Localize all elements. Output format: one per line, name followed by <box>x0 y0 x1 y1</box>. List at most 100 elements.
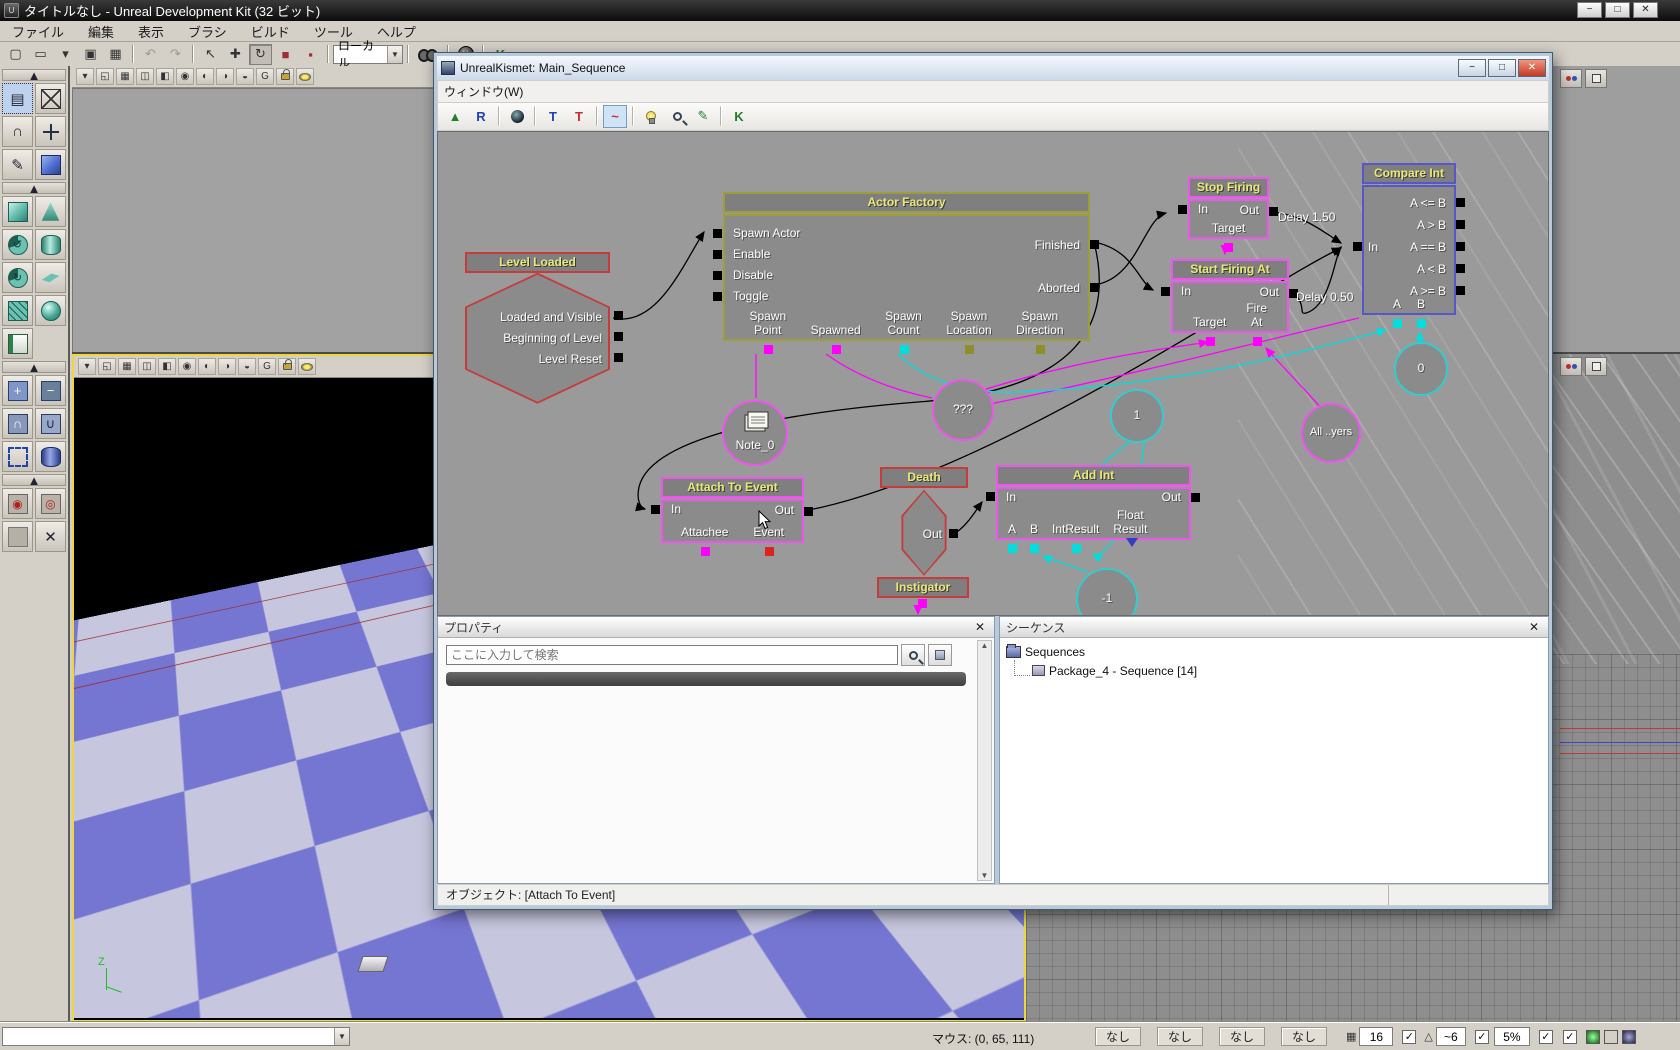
output-pin[interactable] <box>1090 282 1099 292</box>
output-pin[interactable] <box>614 310 623 320</box>
translate-tool-button[interactable]: ✚ <box>224 43 247 65</box>
node-variable[interactable]: IntResult <box>1052 522 1099 553</box>
lighting-only-button[interactable]: ◑ <box>218 358 236 375</box>
viewport-joystick-button[interactable] <box>1560 357 1582 376</box>
camera-speed-slow-button[interactable]: ◉ <box>2 488 33 519</box>
variable-pin[interactable] <box>1252 336 1262 346</box>
output-pin[interactable] <box>1191 492 1200 502</box>
output-pin[interactable] <box>1456 285 1465 295</box>
menu-item[interactable]: ファイル <box>0 22 76 41</box>
scroll-down-icon[interactable]: ▼ <box>981 871 989 880</box>
variable-pin[interactable] <box>831 344 841 354</box>
search-button[interactable] <box>901 644 925 667</box>
viewport-maximize-button[interactable] <box>1585 69 1607 88</box>
menu-item[interactable]: ブラシ <box>176 22 239 41</box>
csg-intersect-button[interactable]: ∩ <box>2 408 33 439</box>
parent-sequence-button[interactable]: ▲ <box>443 105 467 128</box>
unlit-mode-button[interactable]: ◧ <box>156 68 174 85</box>
angle-snap-checkbox[interactable]: ✓ <box>1474 1029 1489 1044</box>
option-checkbox[interactable]: ✓ <box>1538 1029 1553 1044</box>
option-checkbox[interactable]: ✓ <box>1562 1029 1577 1044</box>
brush-wireframe-button[interactable]: ▦ <box>116 68 134 85</box>
output-pin[interactable] <box>1456 219 1465 229</box>
node-death[interactable]: Death Out Instigator <box>877 466 969 608</box>
input-pin[interactable] <box>713 270 722 280</box>
zoom-to-fit-red-button[interactable]: T <box>567 105 591 128</box>
minimize-button[interactable]: − <box>1577 2 1602 18</box>
layer-combo[interactable]: ▼ <box>2 1027 350 1046</box>
kismet-maximize-button[interactable]: □ <box>1488 59 1516 77</box>
output-pin[interactable] <box>1269 206 1278 216</box>
node-compare-int[interactable]: Compare Int A <= BA > BA == BA < BA >= B… <box>1353 162 1465 328</box>
output-pin[interactable] <box>949 528 958 538</box>
special-brush-button[interactable] <box>2 441 33 472</box>
scale-nonuniform-tool-button[interactable]: ▪ <box>299 43 322 65</box>
kismet-toolbar-button[interactable] <box>596 106 598 127</box>
node-variable[interactable]: Spawn Direction <box>1016 309 1064 354</box>
node-variable[interactable]: Spawn Location <box>946 309 992 354</box>
variable-pin[interactable] <box>899 344 909 354</box>
variable-pin[interactable] <box>700 546 710 556</box>
node-output[interactable]: Out <box>1260 285 1298 299</box>
input-pin[interactable] <box>713 291 722 301</box>
brush-wireframe-button[interactable]: ▦ <box>118 358 136 375</box>
node-variable[interactable]: Attachee <box>681 525 728 556</box>
camera-mode-button[interactable]: ▤ <box>2 83 33 114</box>
node-level-loaded[interactable]: Level Loaded Loaded and Visible Beginnin… <box>465 251 623 404</box>
menu-item[interactable]: 編集 <box>76 22 126 41</box>
menu-item[interactable]: 表示 <box>126 22 176 41</box>
kismet-close-button[interactable]: ✕ <box>1518 59 1546 77</box>
viewport-maximize-button[interactable] <box>1585 357 1607 376</box>
camera-speed-fast-button[interactable]: ◎ <box>35 488 66 519</box>
properties-search-input[interactable] <box>446 645 898 666</box>
kismet-title-bar[interactable]: UnrealKismet: Main_Sequence − □ ✕ <box>437 56 1549 81</box>
node-input[interactable]: Disable <box>713 265 1088 286</box>
output-pin[interactable] <box>1456 197 1465 207</box>
zoom-level-field[interactable]: 5% <box>1493 1027 1530 1046</box>
unlit-mode-button[interactable]: ◧ <box>158 358 176 375</box>
node-input[interactable]: Enable <box>713 244 1088 265</box>
delete-brush-button[interactable]: ✕ <box>35 521 66 552</box>
node-note[interactable]: Note_0 <box>722 399 788 466</box>
lock-viewport-button[interactable] <box>276 68 294 85</box>
event-output[interactable]: Loaded and Visible <box>500 310 623 324</box>
output-pin[interactable] <box>614 352 623 362</box>
brush-volumetric-button[interactable] <box>2 328 33 359</box>
variable-pin[interactable] <box>1392 318 1402 328</box>
detail-lighting-button[interactable]: ◐ <box>196 68 214 85</box>
output-pin[interactable] <box>804 506 813 516</box>
game-view-button[interactable]: G <box>258 358 276 375</box>
brush-cone-button[interactable] <box>35 196 66 227</box>
brush-cylinder-button[interactable] <box>35 229 66 260</box>
open-file-button[interactable]: ▭ <box>29 43 52 65</box>
redo-button[interactable]: ↷ <box>164 43 187 65</box>
csg-add-button[interactable]: + <box>2 375 33 406</box>
kismet-window-menu[interactable]: ウィンドウ(W) <box>444 83 523 100</box>
var-circle-all-players[interactable]: All ..yers <box>1301 402 1361 463</box>
brush-sheet-button[interactable] <box>35 262 66 293</box>
node-actor-factory[interactable]: Actor Factory Spawn Actor Enable Disable To… <box>713 191 1099 354</box>
node-input[interactable]: Spawn Actor <box>713 223 1088 244</box>
node-variable[interactable]: Target <box>1212 221 1245 252</box>
kismet-toolbar-button[interactable] <box>534 106 536 127</box>
lightbulb-button[interactable] <box>639 105 663 128</box>
combo-arrow-icon[interactable]: ▼ <box>334 1028 349 1045</box>
transform-gizmo-button[interactable] <box>35 116 66 147</box>
variable-pin[interactable] <box>1205 336 1215 346</box>
close-panel-icon[interactable]: ✕ <box>1526 620 1542 634</box>
node-variable[interactable]: Float Result <box>1113 508 1147 547</box>
sequences-header[interactable]: シーケンス ✕ <box>1000 617 1548 639</box>
section-divider-3[interactable]: ▲ <box>2 473 66 488</box>
node-variable[interactable]: A <box>1392 297 1402 328</box>
hide-connectors-button[interactable] <box>505 105 529 128</box>
select-tool-button[interactable]: ↖ <box>199 43 222 65</box>
node-output[interactable]: A < B <box>1364 258 1465 280</box>
node-output[interactable]: Out <box>1240 203 1278 217</box>
properties-scrollbar[interactable]: ▲ ▼ <box>977 640 992 881</box>
node-start-firing-at[interactable]: Start Firing At In Out Target Fire At <box>1161 258 1298 346</box>
node-input[interactable]: In <box>1353 240 1378 254</box>
grid-snap-checkbox[interactable]: ✓ <box>1402 1029 1417 1044</box>
node-input[interactable]: In <box>986 489 1189 505</box>
node-variable[interactable]: B <box>1417 297 1426 328</box>
toolbar-button[interactable] <box>327 45 329 63</box>
